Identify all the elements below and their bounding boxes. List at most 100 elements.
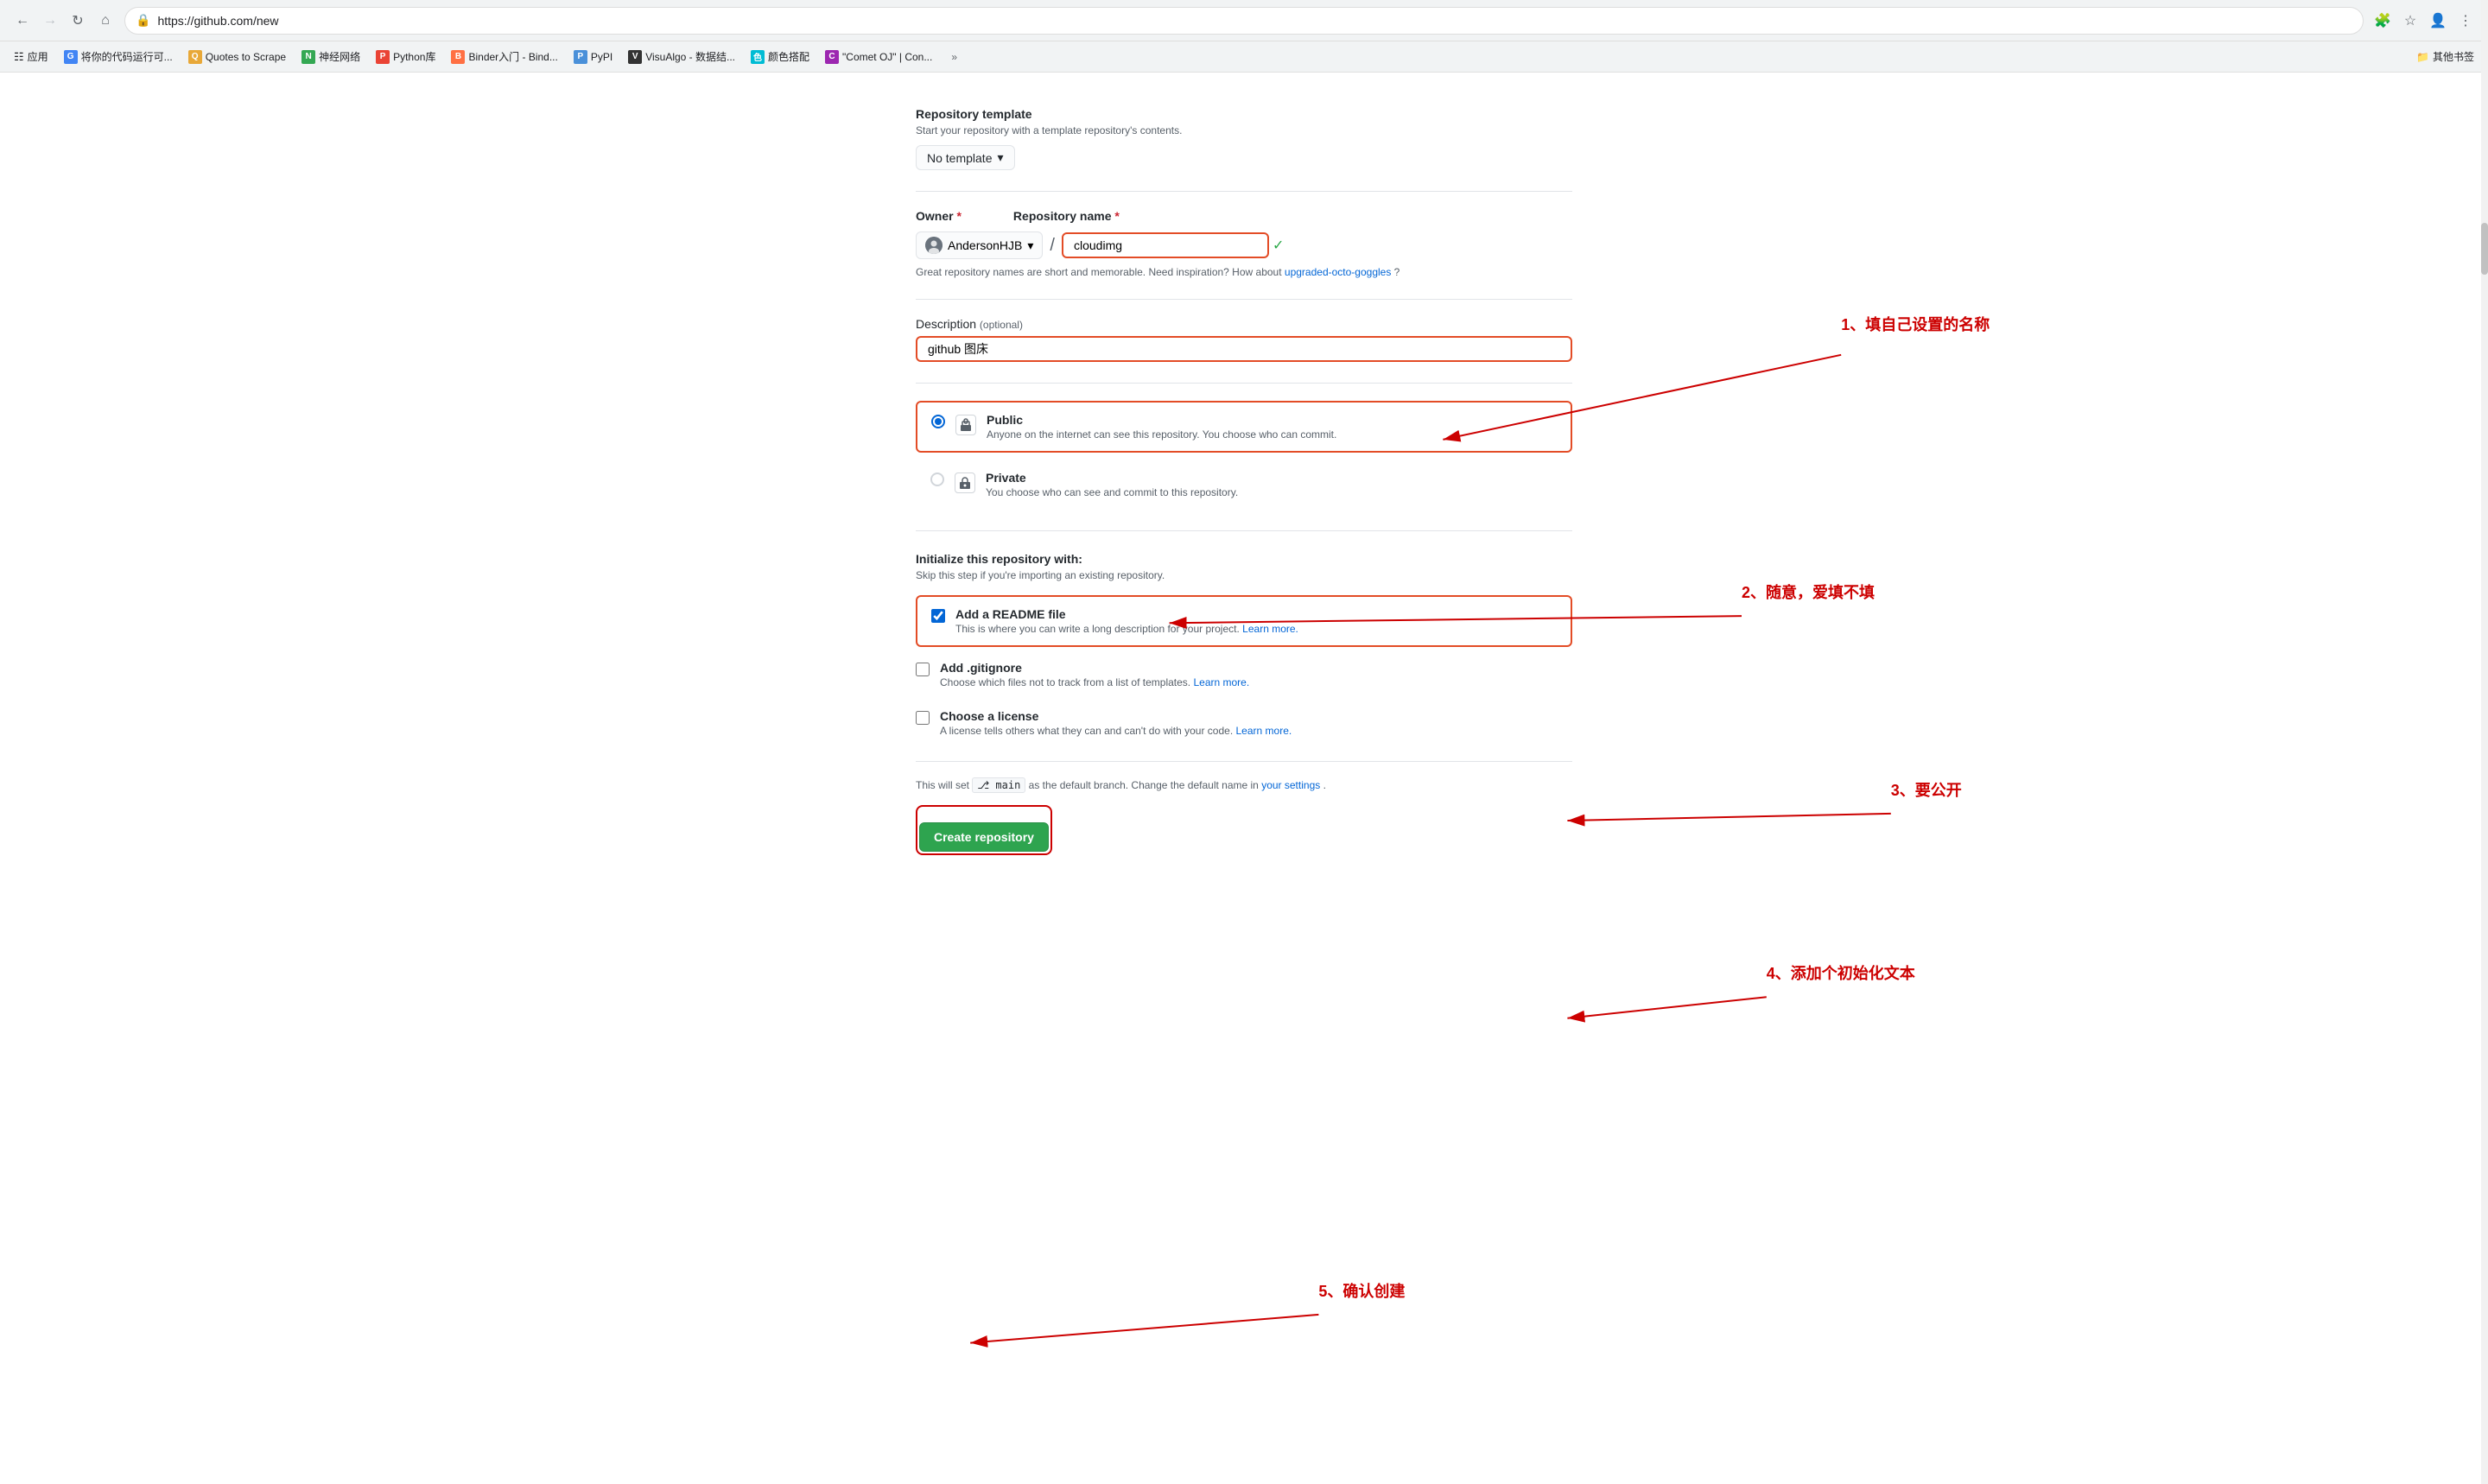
repo-label: Repository name * — [1013, 209, 1120, 223]
owner-dropdown[interactable]: AndersonHJB ▾ — [916, 231, 1043, 259]
bookmark-1[interactable]: G 将你的代码运行可... — [57, 46, 180, 67]
browser-toolbar: ← → ↻ ⌂ 🔒 https://github.com/new 🧩 ☆ 👤 ⋮ — [0, 0, 2488, 41]
toolbar-icons: 🧩 ☆ 👤 ⋮ — [2371, 9, 2478, 33]
gitignore-checkbox[interactable] — [916, 663, 930, 676]
settings-link[interactable]: your settings — [1261, 779, 1320, 791]
profile-button[interactable]: 👤 — [2426, 9, 2450, 33]
template-btn-label: No template — [927, 151, 992, 165]
license-checkbox[interactable] — [916, 711, 930, 725]
public-icon — [955, 415, 976, 435]
extensions-button[interactable]: 🧩 — [2371, 9, 2395, 33]
bookmark-4-icon: P — [376, 50, 390, 64]
back-button[interactable]: ← — [10, 9, 35, 33]
description-input[interactable] — [916, 336, 1572, 362]
menu-button[interactable]: ⋮ — [2453, 9, 2478, 33]
bookmark-apps[interactable]: ☷ 应用 — [7, 46, 55, 67]
license-option[interactable]: Choose a license A license tells others … — [916, 702, 1572, 744]
gitignore-text: Add .gitignore Choose which files not to… — [940, 661, 1572, 688]
bookmark-2[interactable]: Q Quotes to Scrape — [181, 47, 293, 67]
bookmark-4[interactable]: P Python库 — [369, 46, 442, 67]
template-section: Repository template Start your repositor… — [916, 107, 1572, 170]
license-learn-more[interactable]: Learn more. — [1236, 725, 1292, 737]
bookmark-folder[interactable]: 📁 其他书签 — [2409, 46, 2481, 67]
bookmark-8[interactable]: 色 颜色搭配 — [744, 46, 816, 67]
forward-button[interactable]: → — [38, 9, 62, 33]
reload-button[interactable]: ↻ — [66, 9, 90, 33]
license-desc: A license tells others what they can and… — [940, 725, 1572, 737]
bookmark-4-label: Python库 — [393, 49, 435, 64]
divider-2 — [916, 299, 1572, 300]
suggestion-link[interactable]: upgraded-octo-goggles — [1285, 266, 1391, 278]
bookmark-6[interactable]: P PyPI — [567, 47, 619, 67]
readme-learn-more[interactable]: Learn more. — [1242, 623, 1298, 635]
readme-option[interactable]: Add a README file This is where you can … — [916, 595, 1572, 647]
owner-section: Owner * Repository name * — [916, 209, 1572, 278]
owner-label: Owner * — [916, 209, 962, 223]
form-container: Repository template Start your repositor… — [916, 107, 1572, 1449]
bookmark-2-label: Quotes to Scrape — [206, 51, 286, 63]
bookmark-3[interactable]: N 神经网络 — [295, 46, 367, 67]
valid-check-icon: ✓ — [1273, 237, 1284, 254]
readme-checkbox[interactable] — [931, 609, 945, 623]
bookmarks-more[interactable]: » — [944, 48, 964, 67]
scrollbar[interactable] — [2481, 0, 2488, 1484]
init-section: Initialize this repository with: Skip th… — [916, 552, 1572, 855]
default-branch-text: This will set ⎇ main as the default bran… — [916, 779, 1572, 791]
create-btn-wrapper: Create repository — [916, 805, 1052, 855]
main-branch-code: ⎇ main — [972, 777, 1025, 793]
public-text: Public Anyone on the internet can see th… — [987, 413, 1557, 441]
bookmark-3-label: 神经网络 — [319, 49, 360, 64]
public-option[interactable]: Public Anyone on the internet can see th… — [916, 401, 1572, 453]
repo-name-input[interactable] — [1062, 232, 1269, 258]
bookmark-5[interactable]: B Binder入门 - Bind... — [444, 46, 564, 67]
private-text: Private You choose who can see and commi… — [986, 471, 1558, 498]
bookmark-1-icon: G — [64, 50, 78, 64]
page-content: Repository template Start your repositor… — [0, 73, 2488, 1484]
public-radio[interactable] — [931, 415, 945, 428]
owner-avatar — [925, 237, 943, 254]
gitignore-learn-more[interactable]: Learn more. — [1193, 676, 1249, 688]
template-section-title: Repository template — [916, 107, 1572, 121]
readme-title: Add a README file — [955, 607, 1557, 621]
gitignore-title: Add .gitignore — [940, 661, 1572, 675]
private-radio[interactable] — [930, 472, 944, 486]
template-dropdown-button[interactable]: No template ▾ — [916, 145, 1015, 170]
bookmark-9-label: "Comet OJ" | Con... — [842, 51, 932, 63]
owner-required-star: * — [956, 209, 961, 223]
scrollbar-thumb[interactable] — [2481, 223, 2488, 275]
private-title: Private — [986, 471, 1558, 485]
bookmarks-bar: ☷ 应用 G 将你的代码运行可... Q Quotes to Scrape N … — [0, 41, 2488, 73]
visibility-section: Public Anyone on the internet can see th… — [916, 401, 1572, 510]
bookmark-8-icon: 色 — [751, 50, 765, 64]
address-bar[interactable]: 🔒 https://github.com/new — [124, 7, 2364, 35]
public-title: Public — [987, 413, 1557, 427]
home-button[interactable]: ⌂ — [93, 9, 117, 33]
star-button[interactable]: ☆ — [2398, 9, 2422, 33]
private-option[interactable]: Private You choose who can see and commi… — [916, 460, 1572, 510]
init-title: Initialize this repository with: — [916, 552, 1572, 566]
bookmark-5-label: Binder入门 - Bind... — [468, 49, 557, 64]
readme-text: Add a README file This is where you can … — [955, 607, 1557, 635]
divider-1 — [916, 191, 1572, 192]
bookmark-5-icon: B — [451, 50, 465, 64]
bookmark-7-icon: V — [628, 50, 642, 64]
repo-required-star: * — [1114, 209, 1119, 223]
gitignore-desc: Choose which files not to track from a l… — [940, 676, 1572, 688]
template-section-subtitle: Start your repository with a template re… — [916, 124, 1572, 136]
bookmark-7[interactable]: V VisuAlgo - 数据结... — [621, 46, 742, 67]
bookmark-7-label: VisuAlgo - 数据结... — [645, 49, 735, 64]
divider-3 — [916, 383, 1572, 384]
url-text: https://github.com/new — [157, 14, 2352, 28]
bookmark-2-icon: Q — [188, 50, 202, 64]
divider-4 — [916, 530, 1572, 531]
bookmark-apps-label: 应用 — [28, 49, 48, 64]
create-repository-button[interactable]: Create repository — [919, 822, 1049, 852]
bookmark-9-icon: C — [825, 50, 839, 64]
bookmark-8-label: 颜色搭配 — [768, 49, 809, 64]
bookmark-9[interactable]: C "Comet OJ" | Con... — [818, 47, 939, 67]
gitignore-option[interactable]: Add .gitignore Choose which files not to… — [916, 654, 1572, 695]
private-icon — [955, 472, 975, 493]
owner-name: AndersonHJB — [948, 238, 1022, 252]
nav-buttons: ← → ↻ ⌂ — [10, 9, 117, 33]
description-section: Description (optional) — [916, 317, 1572, 362]
